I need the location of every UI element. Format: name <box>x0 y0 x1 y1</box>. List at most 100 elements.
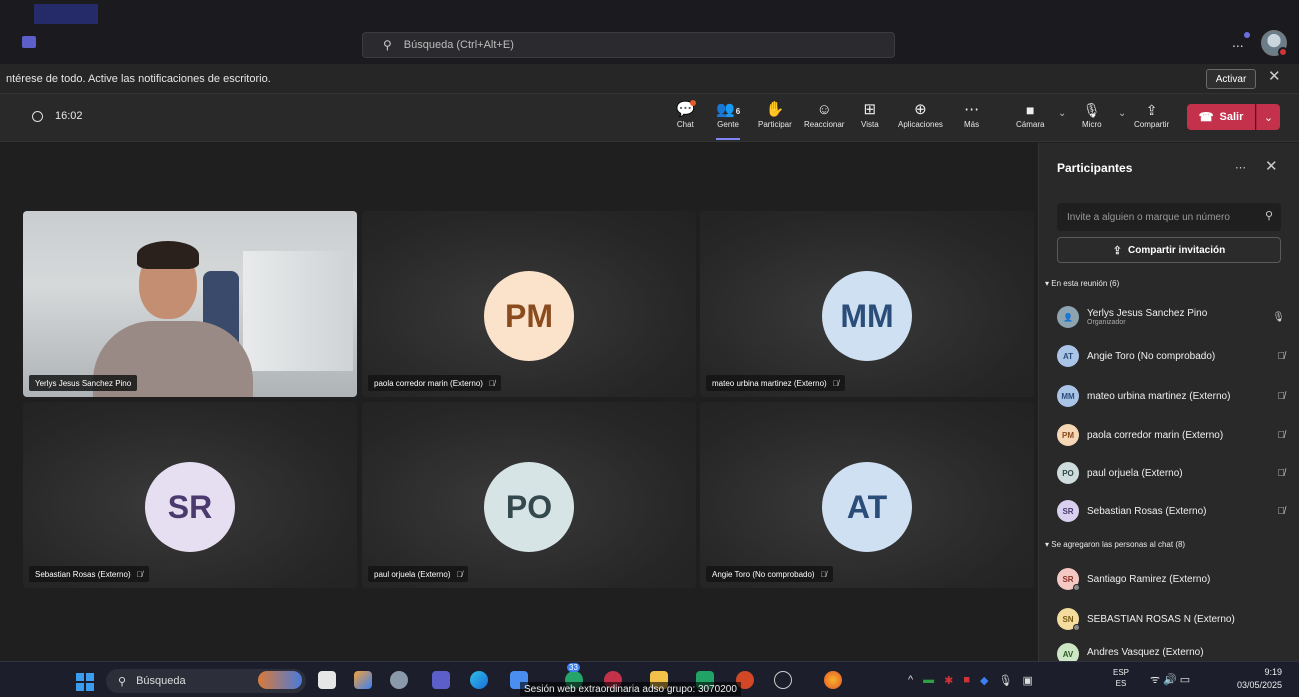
participant-row[interactable]: 👤 Yerlys Jesus Sanchez Pino Organizador 🎙 <box>1057 303 1289 331</box>
tile-name-label: Sebastian Rosas (Externo) 🎙̸ <box>29 566 149 582</box>
participants-panel: Participantes ⋯ ✕ Invite a alguien o mar… <box>1038 143 1299 661</box>
taskbar-search-label: Búsqueda <box>136 675 186 687</box>
panel-more-icon[interactable]: ⋯ <box>1235 161 1246 174</box>
mic-muted-icon: 🎙̸ <box>136 569 143 579</box>
mic-muted-icon: 🎙̸ <box>1277 505 1286 517</box>
invite-input[interactable]: Invite a alguien o marque un número ⚲ <box>1057 203 1281 231</box>
mic-muted-icon: 🎙̸ <box>1277 467 1286 479</box>
panel-title: Participantes <box>1057 161 1133 175</box>
view-button[interactable]: ⊞ Vista <box>861 100 879 140</box>
chatgpt-icon[interactable] <box>774 671 792 689</box>
view-label: Vista <box>861 120 879 129</box>
system-tray: ^ ▬ ✱ ■ ◆ 🎙 ▣ <box>908 670 1033 690</box>
video-tile[interactable]: AT Angie Toro (No comprobado) 🎙̸ <box>700 402 1034 588</box>
participant-role: Organizador <box>1087 319 1126 326</box>
participant-row[interactable]: PM paola corredor marin (Externo) 🎙̸ <box>1057 421 1289 449</box>
notification-close-icon[interactable]: ✕ <box>1268 67 1281 85</box>
notification-text: ntérese de todo. Active las notificacion… <box>6 72 271 85</box>
raise-label: Participar <box>758 120 792 129</box>
avatar: AT <box>1057 345 1079 367</box>
mic-button[interactable]: 🎙 Micro <box>1082 100 1102 140</box>
added-section-header[interactable]: ▾ Se agregaron las personas al chat (8) <box>1045 540 1185 549</box>
copilot-icon[interactable] <box>354 671 372 689</box>
raise-hand-button[interactable]: ✋ Participar <box>758 100 792 140</box>
chat-button[interactable]: 💬 Chat <box>676 100 695 140</box>
chevron-up-icon[interactable]: ^ <box>908 674 913 686</box>
meeting-timer: 16:02 <box>32 110 83 122</box>
tile-name-label: paola corredor marin (Externo) 🎙̸ <box>368 375 501 391</box>
mic-muted-icon: 🎙̸ <box>820 569 827 579</box>
firefox-icon[interactable] <box>824 671 842 689</box>
network-volume-battery-icon[interactable]: ᯤ🔊▭ <box>1150 672 1193 687</box>
participant-row[interactable]: AT Angie Toro (No comprobado) 🎙̸ <box>1057 342 1289 370</box>
tray-app-icon[interactable]: ◆ <box>980 674 988 687</box>
video-tile[interactable]: PM paola corredor marin (Externo) 🎙̸ <box>362 211 696 397</box>
title-bar: ⚲ Búsqueda (Ctrl+Alt+E) ... <box>0 0 1299 64</box>
more-label: Más <box>964 120 980 129</box>
phone-hangup-icon: ☎ <box>1198 110 1214 124</box>
share-button[interactable]: ⇪ Compartir <box>1134 100 1169 140</box>
mic-muted-icon: 🎙̸ <box>456 569 463 579</box>
participant-name: Angie Toro (No comprobado) <box>1087 350 1216 362</box>
language-indicator[interactable]: ESP ES <box>1113 667 1129 689</box>
share-invitation-button[interactable]: ⇪ Compartir invitación <box>1057 237 1281 263</box>
microphone-icon[interactable]: 🎙 <box>999 674 1013 687</box>
widgets-icon[interactable] <box>258 671 302 689</box>
teams-app-icon[interactable] <box>432 671 450 689</box>
avatar: MM <box>1057 385 1079 407</box>
participant-row[interactable]: PO paul orjuela (Externo) 🎙̸ <box>1057 459 1289 487</box>
notification-badge: 33 <box>567 663 580 672</box>
profile-avatar[interactable] <box>1261 30 1288 57</box>
task-view-icon[interactable] <box>318 671 336 689</box>
session-tooltip: Sesión web extraordinaria adso grupo: 30… <box>520 682 741 696</box>
apps-button[interactable]: ⊕ Aplicaciones <box>898 100 943 140</box>
teams-logo-icon <box>22 36 36 48</box>
video-tile[interactable]: MM mateo urbina martinez (Externo) 🎙̸ <box>700 211 1034 397</box>
leave-chevron-down-icon[interactable]: ⌄ <box>1256 104 1280 130</box>
edge-browser-icon[interactable] <box>470 671 488 689</box>
participant-row[interactable]: SN SEBASTIAN ROSAS N (Externo) <box>1057 605 1289 633</box>
avatar: PO <box>1057 462 1079 484</box>
camera-icon: ■ <box>1025 102 1035 118</box>
more-options-button[interactable]: ... <box>1232 32 1250 50</box>
people-button[interactable]: 👥6 Gente <box>716 100 741 140</box>
participant-row[interactable]: MM mateo urbina martinez (Externo) 🎙̸ <box>1057 382 1289 410</box>
settings-gear-icon[interactable] <box>390 671 408 689</box>
more-button[interactable]: ⋯ Más <box>964 100 979 140</box>
participant-row[interactable]: SR Sebastian Rosas (Externo) 🎙̸ <box>1057 497 1289 525</box>
add-app-icon: ⊕ <box>914 101 927 118</box>
react-button[interactable]: ☺ Reaccionar <box>804 100 844 140</box>
leave-button[interactable]: ☎ Salir <box>1187 104 1255 130</box>
tray-app-icon[interactable]: ✱ <box>944 674 953 687</box>
invite-placeholder: Invite a alguien o marque un número <box>1067 211 1230 223</box>
people-icon: 👥6 <box>716 101 741 118</box>
windows-start-icon[interactable] <box>76 673 94 691</box>
participant-row[interactable]: AV Andres Vasquez (Externo) <box>1057 643 1289 661</box>
grid-icon: ⊞ <box>863 101 877 118</box>
activate-button[interactable]: Activar <box>1206 69 1256 89</box>
panel-close-icon[interactable]: ✕ <box>1265 157 1278 175</box>
participant-video <box>23 211 357 397</box>
clock[interactable]: 9:19 03/05/2025 <box>1222 666 1282 692</box>
share-link-icon: ⇪ <box>1112 244 1122 257</box>
participant-row[interactable]: SR Santiago Ramirez (Externo) <box>1057 565 1289 593</box>
microphone-icon: 🎙 <box>1082 102 1101 118</box>
chat-label: Chat <box>676 120 694 129</box>
avatar: AV <box>1057 643 1079 661</box>
title-accent <box>34 4 98 24</box>
video-tile[interactable]: SR Sebastian Rosas (Externo) 🎙̸ <box>23 402 357 588</box>
calendar-icon[interactable]: ▣ <box>1022 674 1032 687</box>
meeting-toolbar: 16:02 💬 Chat 👥6 Gente ✋ Participar ☺ Rea… <box>0 94 1299 142</box>
share-invitation-label: Compartir invitación <box>1127 244 1226 256</box>
tray-app-icon[interactable]: ▬ <box>923 674 934 686</box>
tray-app-icon[interactable]: ■ <box>963 674 970 686</box>
mic-chevron-down-icon[interactable]: ⌄ <box>1118 108 1126 119</box>
search-input[interactable]: ⚲ Búsqueda (Ctrl+Alt+E) <box>362 32 895 58</box>
video-tile[interactable]: PO paul orjuela (Externo) 🎙̸ <box>362 402 696 588</box>
participant-avatar: AT <box>822 462 912 552</box>
microphone-icon: 🎙 <box>1272 311 1285 323</box>
camera-button[interactable]: ■ Cámara <box>1016 100 1044 140</box>
in-meeting-section-header[interactable]: ▾ En esta reunión (6) <box>1045 279 1119 288</box>
camera-chevron-down-icon[interactable]: ⌄ <box>1058 108 1066 119</box>
video-tile[interactable]: Yerlys Jesus Sanchez Pino <box>23 211 357 397</box>
